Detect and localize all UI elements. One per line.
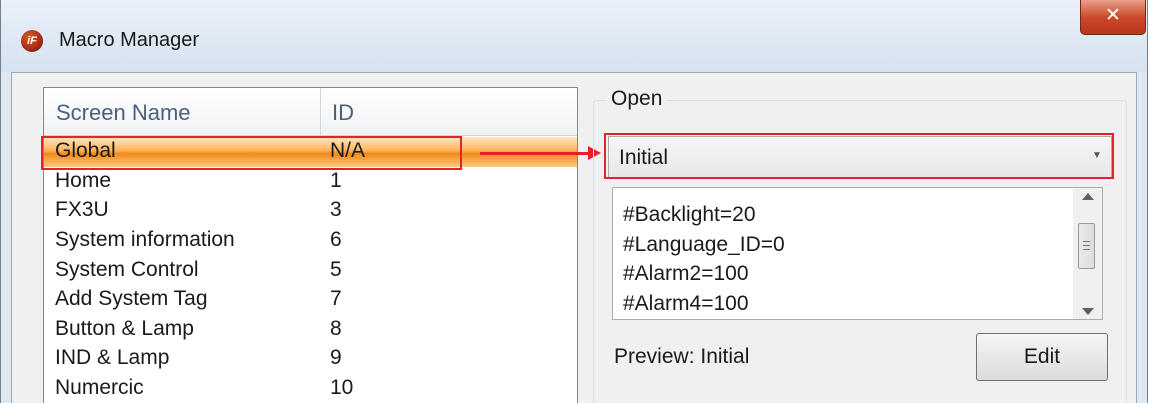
column-divider[interactable] (320, 88, 321, 135)
list-row[interactable]: Numercic 10 (44, 374, 577, 403)
macro-code-textarea[interactable]: #Backlight=20 #Language_ID=0 #Alarm2=100… (612, 187, 1103, 320)
list-row[interactable]: Button & Lamp 8 (44, 315, 577, 345)
list-row[interactable]: FX3U 3 (44, 196, 577, 226)
scroll-up-arrow-icon[interactable] (1082, 193, 1094, 200)
macro-code-line: #Alarm4=100 (623, 292, 749, 315)
title-bar[interactable]: iF Macro Manager ✕ (1, 0, 1147, 72)
close-button[interactable]: ✕ (1080, 0, 1146, 35)
column-header-id[interactable]: ID (332, 100, 354, 126)
row-id: 10 (330, 376, 354, 399)
row-screen-name: System Control (55, 258, 199, 281)
row-id: 5 (330, 258, 342, 281)
global-row-annotation-box (41, 136, 462, 170)
list-row[interactable]: System information 6 (44, 226, 577, 256)
macro-code-line: #Language_ID=0 (623, 233, 785, 256)
row-id: 3 (330, 198, 342, 221)
row-screen-name: Button & Lamp (55, 317, 194, 340)
row-id: 1 (330, 169, 342, 192)
row-screen-name: Home (55, 169, 112, 192)
list-header: Screen Name ID (44, 88, 577, 136)
list-row[interactable]: IND & Lamp 9 (44, 344, 577, 374)
edit-button-label: Edit (1023, 345, 1061, 368)
preview-label: Preview: Initial (614, 345, 750, 368)
row-id: 8 (330, 317, 342, 340)
macro-code-line: #Backlight=20 (623, 203, 756, 226)
row-id: 9 (330, 346, 342, 369)
close-icon: ✕ (1105, 5, 1121, 26)
dropdown-annotation-box (604, 133, 1114, 179)
row-screen-name: Numercic (55, 376, 144, 399)
row-id: 6 (330, 228, 342, 251)
grip-line (1083, 249, 1090, 250)
scroll-down-arrow-icon[interactable] (1082, 308, 1094, 315)
open-group-title: Open (607, 87, 667, 111)
macro-code-line: #Alarm2=100 (623, 262, 749, 285)
app-logo-icon: iF (21, 30, 43, 52)
scroll-thumb[interactable] (1078, 223, 1095, 269)
list-row[interactable]: Home 1 (44, 167, 577, 197)
row-screen-name: FX3U (55, 198, 109, 221)
grip-line (1083, 241, 1090, 242)
annotation-arrow-line (480, 152, 590, 155)
row-id: 7 (330, 287, 342, 310)
screen-list[interactable]: Screen Name ID Global N/A Home 1 FX3U 3 … (43, 87, 578, 403)
window-title: Macro Manager (59, 29, 200, 51)
app-logo-text: iF (27, 35, 37, 47)
row-screen-name: IND & Lamp (55, 346, 170, 369)
list-row[interactable]: Add System Tag 7 (44, 285, 577, 315)
edit-button[interactable]: Edit (976, 333, 1108, 381)
grip-line (1083, 245, 1090, 246)
list-row[interactable]: System Control 5 (44, 256, 577, 286)
column-header-screen-name[interactable]: Screen Name (56, 100, 191, 126)
macro-code-scrollbar[interactable] (1073, 188, 1102, 319)
row-screen-name: System information (55, 228, 235, 251)
row-screen-name: Add System Tag (55, 287, 208, 310)
